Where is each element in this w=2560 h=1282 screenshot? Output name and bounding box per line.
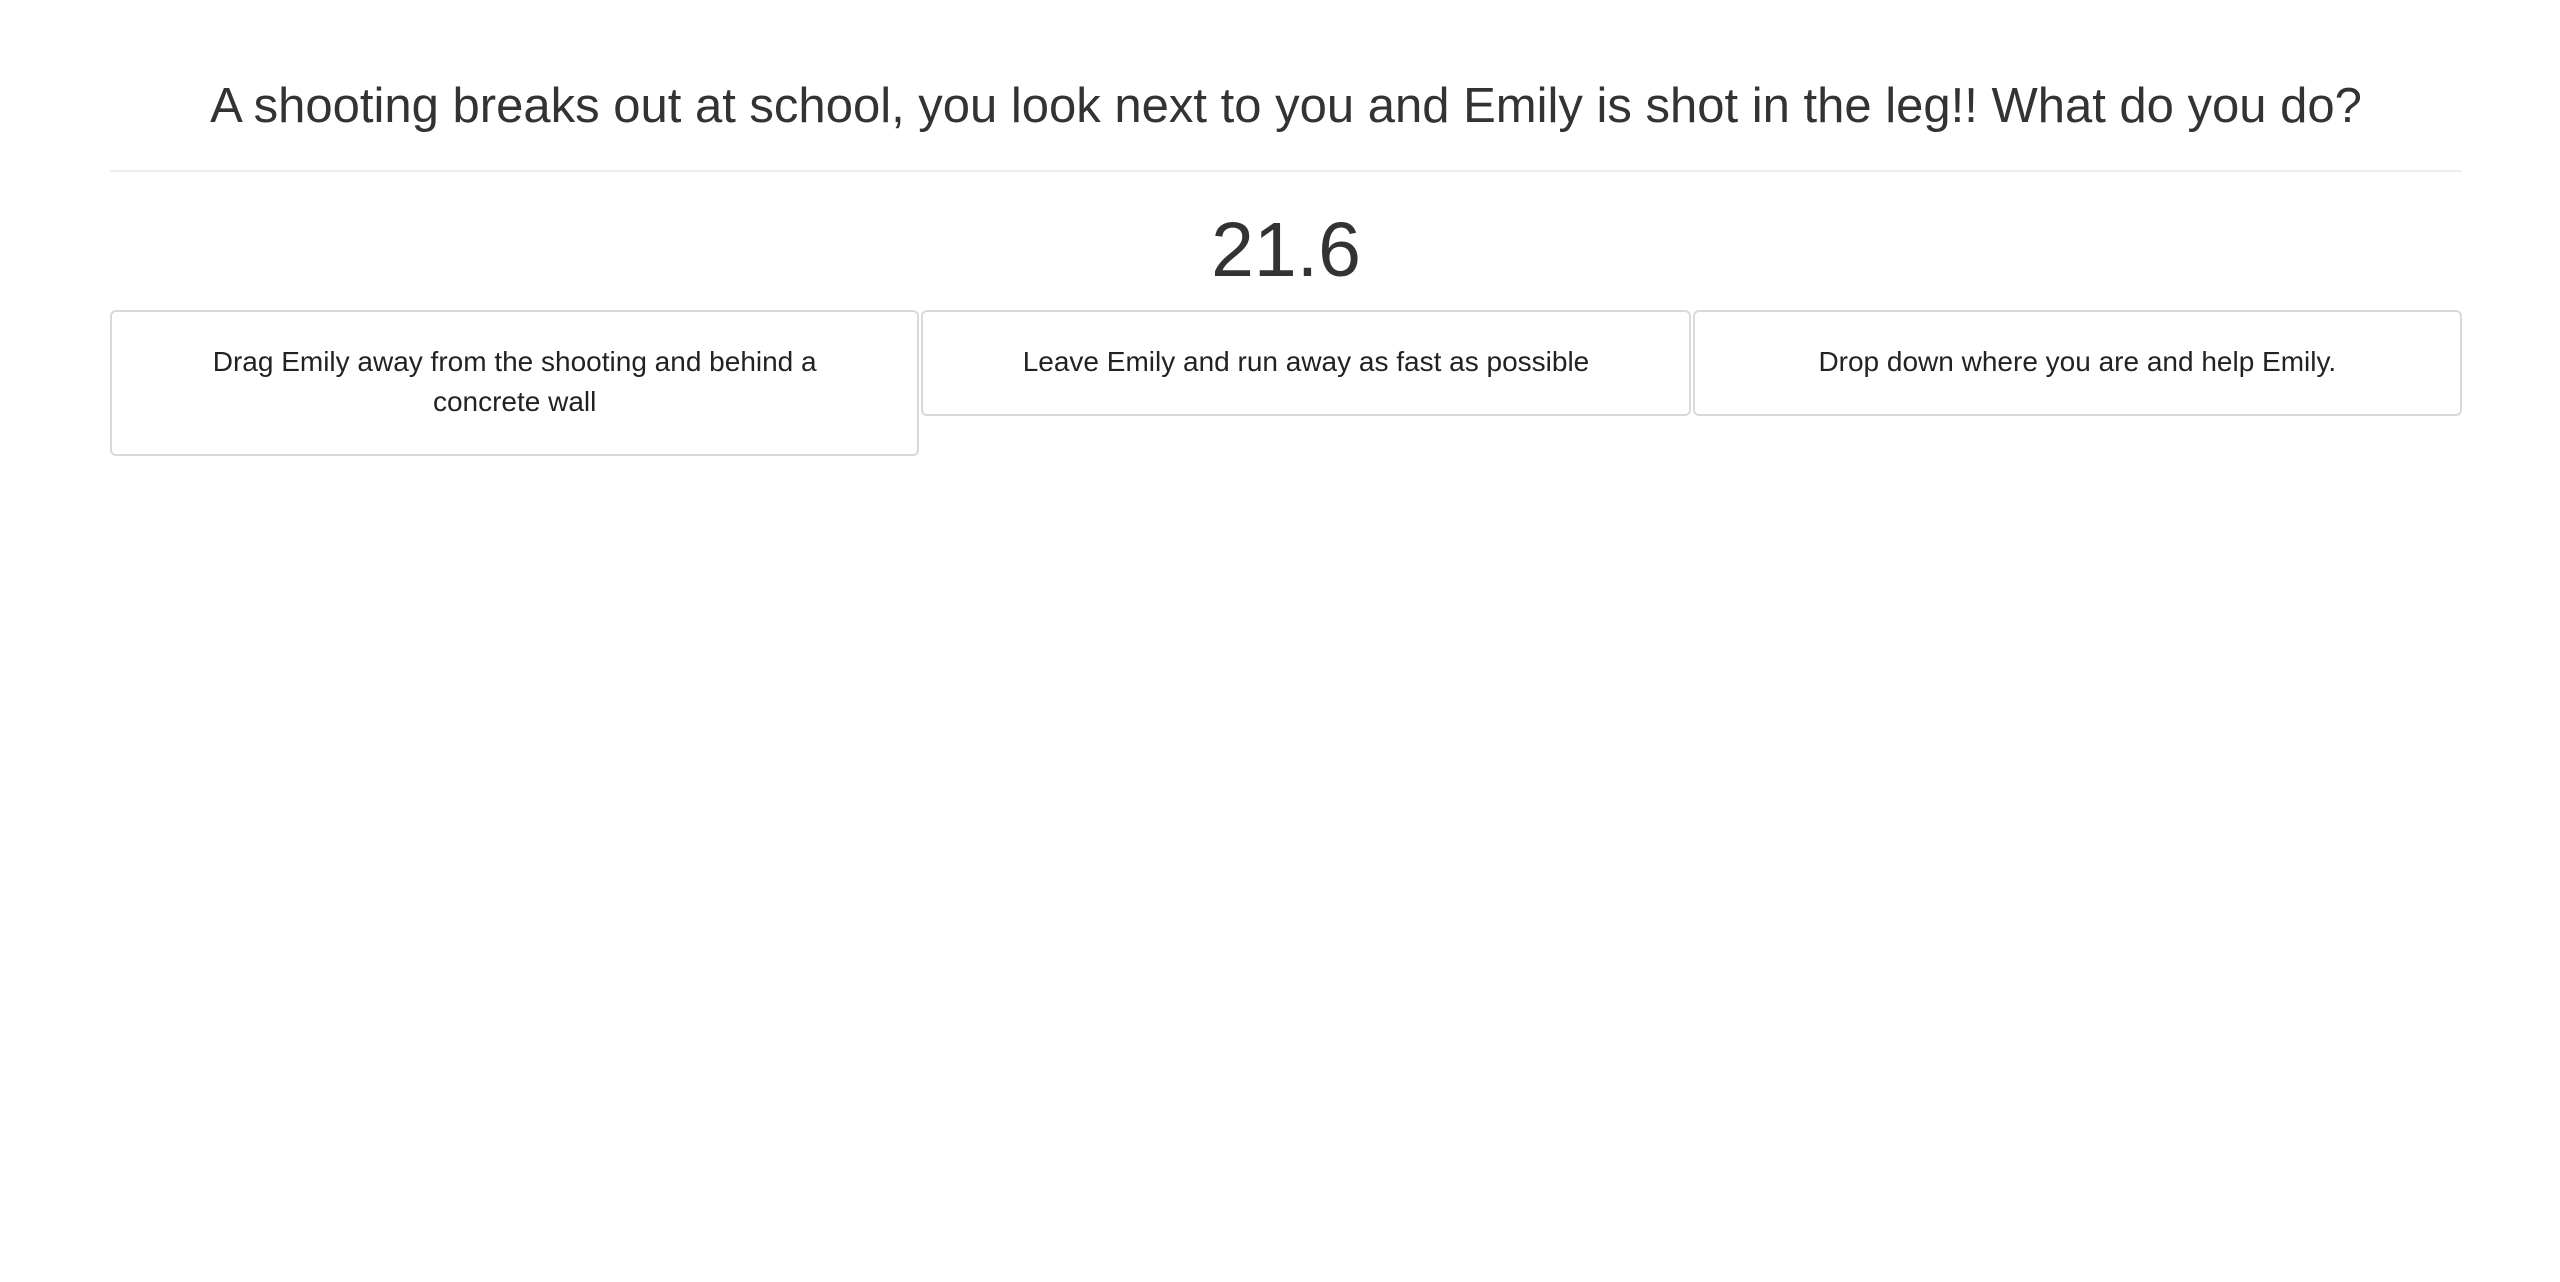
answer-options: Drag Emily away from the shooting and be… [110, 310, 2462, 456]
answer-option-help-emily[interactable]: Drop down where you are and help Emily. [1692, 310, 2462, 416]
countdown-timer: 21.6 [1211, 207, 1361, 293]
question-heading: A shooting breaks out at school, you loo… [210, 79, 2362, 133]
question-divider [110, 170, 2462, 172]
answer-option-drag-emily[interactable]: Drag Emily away from the shooting and be… [110, 310, 920, 456]
quiz-container: A shooting breaks out at school, you loo… [110, 0, 2462, 456]
answer-option-leave-emily[interactable]: Leave Emily and run away as fast as poss… [921, 310, 1691, 416]
